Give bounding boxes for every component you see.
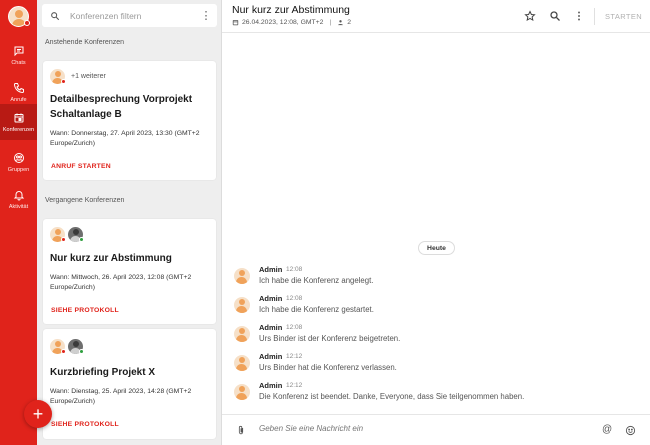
conference-time: Wann: Donnerstag, 27. April 2023, 13:30 …: [50, 130, 200, 147]
message-time: 12:08: [286, 324, 303, 331]
calendar-icon: [14, 113, 23, 122]
phone-icon: [13, 82, 24, 93]
message-author: Admin: [259, 352, 283, 361]
rail-item-label: Gruppen: [7, 166, 30, 173]
message-time: 12:12: [286, 353, 303, 360]
meta-separator: |: [329, 19, 332, 26]
view-protocol-button[interactable]: SIEHE PROTOKOLL: [51, 421, 119, 428]
search-input[interactable]: Konferenzen filtern: [70, 11, 199, 21]
divider: [594, 8, 595, 25]
chat-icon: [14, 46, 23, 56]
plus-icon: +: [32, 404, 44, 424]
chat-panel: Nur kurz zur Abstimmung 26.04.2023, 12:0…: [222, 0, 650, 445]
conference-title: Detailbesprechung Vorprojekt Schaltanlag…: [50, 94, 193, 120]
presence-dot: [61, 237, 66, 242]
emoji-icon[interactable]: [625, 425, 636, 436]
message-composer: @: [222, 414, 650, 445]
rail-item-label: Aktivität: [8, 203, 29, 210]
message-text: Ich habe die Konferenz gestartet.: [259, 305, 374, 314]
avatar: [234, 326, 250, 342]
chat-message: Admin 12:08 Urs Binder ist der Konferenz…: [234, 323, 634, 347]
chat-message: Admin 12:12 Die Konferenz ist beendet. D…: [234, 381, 634, 405]
mention-icon[interactable]: @: [602, 424, 612, 435]
message-time: 12:08: [286, 295, 303, 302]
participant-count: 2: [347, 19, 351, 26]
view-protocol-button[interactable]: SIEHE PROTOKOLL: [51, 307, 119, 314]
presence-dot: [61, 349, 66, 354]
start-button[interactable]: STARTEN: [605, 12, 642, 21]
avatar: [234, 268, 250, 284]
avatar: [234, 355, 250, 371]
conference-card[interactable]: Kurzbriefing Projekt X Wann: Dienstag, 2…: [43, 329, 216, 439]
conference-card[interactable]: +1 weiterer Detailbesprechung Vorprojekt…: [43, 61, 216, 180]
message-input[interactable]: [259, 424, 589, 433]
chat-message: Admin 12:12 Urs Binder hat die Konferenz…: [234, 352, 634, 376]
rail-item-label: Chats: [11, 59, 26, 66]
presence-dot: [79, 237, 84, 242]
rail-item-label: Konferenzen: [2, 126, 35, 133]
page-title: Nur kurz zur Abstimmung: [232, 4, 350, 16]
rail-item-chats[interactable]: Chats: [0, 37, 37, 73]
person-icon: [338, 20, 344, 26]
message-author: Admin: [259, 265, 283, 274]
past-section-title: Vergangene Konferenzen: [45, 197, 125, 204]
more-vert-icon[interactable]: ⋮: [199, 9, 213, 22]
upcoming-section-title: Anstehende Konferenzen: [45, 39, 125, 46]
day-separator: Heute: [418, 241, 455, 255]
new-conference-button[interactable]: +: [24, 400, 52, 428]
attachment-icon[interactable]: [236, 425, 246, 436]
message-author: Admin: [259, 381, 283, 390]
nav-rail: Chats Anrufe Konferenzen Gruppen Aktivit…: [0, 0, 37, 445]
presence-dot: [79, 349, 84, 354]
message-text: Die Konferenz ist beendet. Danke, Everyo…: [259, 392, 525, 401]
chat-header: Nur kurz zur Abstimmung 26.04.2023, 12:0…: [222, 0, 650, 33]
calendar-icon: [232, 20, 239, 26]
chat-message: Admin 12:08 Ich habe die Konferenz angel…: [234, 265, 634, 289]
avatar: [234, 384, 250, 400]
chat-message: Admin 12:08 Ich habe die Konferenz gesta…: [234, 294, 634, 318]
conference-time: Wann: Dienstag, 25. April 2023, 14:28 (G…: [50, 388, 192, 405]
avatar: [234, 297, 250, 313]
conference-time: Wann: Mittwoch, 26. April 2023, 12:08 (G…: [50, 274, 192, 291]
rail-item-activity[interactable]: Aktivität: [0, 181, 37, 217]
message-text: Ich habe die Konferenz angelegt.: [259, 276, 374, 285]
presence-dot: [24, 20, 30, 26]
message-time: 12:08: [286, 266, 303, 273]
search-box[interactable]: Konferenzen filtern ⋮: [42, 4, 217, 27]
message-author: Admin: [259, 323, 283, 332]
star-icon[interactable]: [524, 10, 536, 22]
message-text: Urs Binder hat die Konferenz verlassen.: [259, 363, 397, 372]
search-icon: [51, 11, 60, 20]
group-icon: [13, 152, 24, 163]
search-icon[interactable]: [549, 10, 561, 22]
conference-title: Kurzbriefing Projekt X: [50, 367, 156, 378]
conference-list: Konferenzen filtern ⋮ Anstehende Konfere…: [37, 0, 222, 445]
more-vert-icon[interactable]: [573, 10, 585, 22]
more-participants: +1 weiterer: [71, 73, 106, 80]
conference-card[interactable]: Nur kurz zur Abstimmung Wann: Mittwoch, …: [43, 219, 216, 324]
message-text: Urs Binder ist der Konferenz beigetreten…: [259, 334, 401, 343]
message-author: Admin: [259, 294, 283, 303]
conference-title: Nur kurz zur Abstimmung: [50, 253, 172, 264]
presence-dot: [61, 79, 66, 84]
message-time: 12:12: [286, 382, 303, 389]
conference-datetime: 26.04.2023, 12:08, GMT+2: [242, 19, 324, 26]
start-call-button[interactable]: ANRUF STARTEN: [51, 163, 111, 170]
rail-item-groups[interactable]: Gruppen: [0, 144, 37, 180]
rail-item-conferences[interactable]: Konferenzen: [0, 104, 37, 140]
rail-item-label: Anrufe: [10, 96, 27, 103]
chat-meta: 26.04.2023, 12:08, GMT+2 | 2: [232, 19, 351, 26]
bell-icon: [13, 190, 24, 200]
